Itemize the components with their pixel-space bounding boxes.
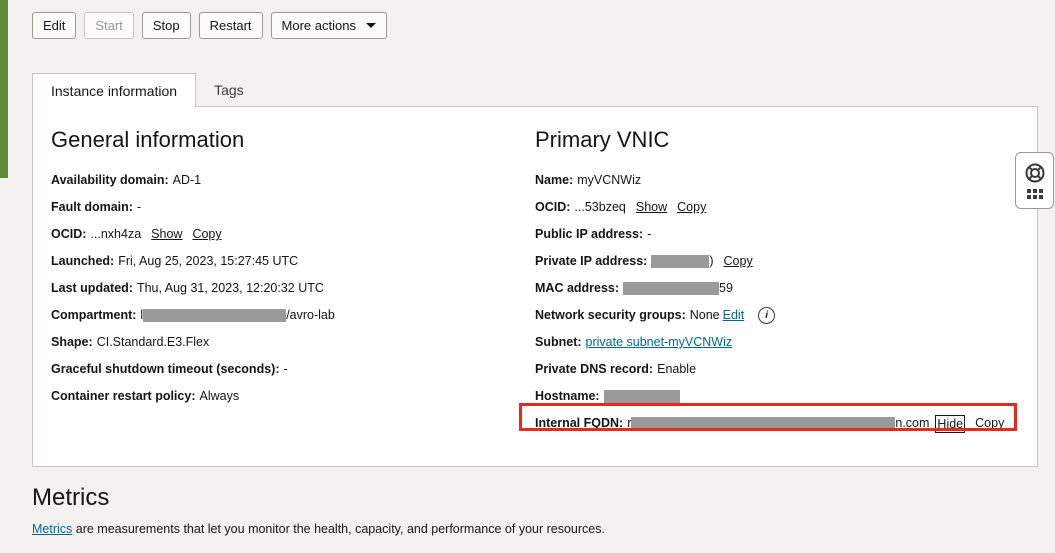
vnic-name-value: myVCNWiz (577, 173, 642, 187)
help-widget[interactable] (1015, 152, 1054, 209)
mac-address-suffix: 59 (719, 281, 733, 295)
last-updated-label: Last updated: (51, 281, 133, 295)
private-ip-suffix: ) (709, 254, 714, 268)
tab-instance-information[interactable]: Instance information (32, 73, 197, 108)
metrics-description-text: are measurements that let you monitor th… (72, 522, 605, 536)
private-ip-row: Private IP address: ) Copy (535, 248, 1004, 275)
subnet-row: Subnet: private subnet-myVCNWiz (535, 329, 1004, 356)
nsg-edit-link[interactable]: Edit (723, 302, 745, 329)
public-ip-row: Public IP address: - (535, 221, 1004, 248)
general-information-section: General information Availability domain:… (51, 127, 335, 410)
nsg-row: Network security groups: None Edit i (535, 302, 1004, 329)
apps-grid-icon (1026, 188, 1043, 199)
redacted-block (603, 390, 680, 403)
info-icon[interactable]: i (758, 307, 776, 324)
redacted-block (143, 309, 287, 322)
general-information-title: General information (51, 127, 245, 152)
fault-domain-value: - (136, 200, 142, 214)
fault-domain-row: Fault domain: - (51, 194, 335, 221)
vnic-ocid-label: OCID: (535, 200, 571, 214)
public-ip-value: - (647, 227, 652, 241)
compartment-row: Compartment: l /avro-lab (51, 302, 335, 329)
redacted-block (651, 255, 710, 268)
ocid-show-link[interactable]: Show (151, 221, 182, 248)
private-ip-copy-link[interactable]: Copy (724, 248, 753, 275)
metrics-description: Metrics are measurements that let you mo… (32, 522, 605, 536)
vnic-ocid-row: OCID: ...53bzeq Show Copy (535, 194, 1004, 221)
fault-domain-label: Fault domain: (51, 200, 133, 214)
restart-button[interactable]: Restart (198, 12, 263, 39)
action-toolbar: Edit Start Stop Restart More actions (32, 12, 387, 39)
left-accent-bar (0, 0, 8, 178)
ocid-label: OCID: (51, 227, 87, 241)
graceful-shutdown-value: - (283, 362, 288, 376)
restart-policy-row: Container restart policy: Always (51, 383, 335, 410)
availability-domain-row: Availability domain: AD-1 (51, 167, 335, 194)
graceful-shutdown-row: Graceful shutdown timeout (seconds): - (51, 356, 335, 383)
vnic-name-label: Name: (535, 173, 574, 187)
primary-vnic-title: Primary VNIC (535, 127, 670, 152)
vnic-name-row: Name: myVCNWiz (535, 167, 1004, 194)
subnet-link[interactable]: private subnet-myVCNWiz (586, 329, 733, 356)
mac-address-label: MAC address: (535, 281, 620, 295)
nsg-label: Network security groups: (535, 308, 686, 322)
compartment-label: Compartment: (51, 308, 137, 322)
last-updated-value: Thu, Aug 31, 2023, 12:20:32 UTC (136, 281, 324, 295)
fqdn-highlight-box (519, 403, 1017, 431)
private-dns-label: Private DNS record: (535, 362, 654, 376)
subnet-label: Subnet: (535, 335, 582, 349)
shape-value: CI.Standard.E3.Flex (96, 335, 210, 349)
public-ip-label: Public IP address: (535, 227, 644, 241)
vnic-ocid-show-link[interactable]: Show (636, 194, 667, 221)
stop-button[interactable]: Stop (141, 12, 191, 39)
vnic-ocid-copy-link[interactable]: Copy (677, 194, 706, 221)
launched-value: Fri, Aug 25, 2023, 15:27:45 UTC (118, 254, 299, 268)
nsg-value: None (689, 308, 720, 322)
tab-tags[interactable]: Tags (196, 73, 262, 107)
availability-domain-label: Availability domain: (51, 173, 169, 187)
ocid-copy-link[interactable]: Copy (192, 221, 221, 248)
redacted-block (623, 282, 720, 295)
edit-button[interactable]: Edit (32, 12, 77, 39)
ocid-value: ...nxh4za (90, 227, 142, 241)
more-actions-label: More actions (281, 18, 356, 33)
private-dns-row: Private DNS record: Enable (535, 356, 1004, 383)
launched-row: Launched: Fri, Aug 25, 2023, 15:27:45 UT… (51, 248, 335, 275)
vnic-ocid-value: ...53bzeq (574, 200, 626, 214)
tab-bar: Instance information Tags (32, 73, 262, 108)
private-dns-value: Enable (657, 362, 697, 376)
launched-label: Launched: (51, 254, 115, 268)
graceful-shutdown-label: Graceful shutdown timeout (seconds): (51, 362, 280, 376)
lifebuoy-icon (1025, 163, 1044, 182)
ocid-row: OCID: ...nxh4za Show Copy (51, 221, 335, 248)
restart-policy-value: Always (199, 389, 240, 403)
more-actions-button[interactable]: More actions (270, 12, 387, 39)
compartment-suffix: /avro-lab (286, 308, 335, 322)
private-ip-label: Private IP address: (535, 254, 648, 268)
restart-policy-label: Container restart policy: (51, 389, 196, 403)
shape-label: Shape: (51, 335, 93, 349)
availability-domain-value: AD-1 (172, 173, 202, 187)
chevron-down-icon (365, 23, 376, 28)
mac-address-row: MAC address: 59 (535, 275, 1004, 302)
primary-vnic-section: Primary VNIC Name: myVCNWiz OCID: ...53b… (535, 127, 1004, 437)
shape-row: Shape: CI.Standard.E3.Flex (51, 329, 335, 356)
start-button[interactable]: Start (84, 12, 134, 39)
metrics-link[interactable]: Metrics (32, 522, 72, 536)
metrics-title: Metrics (32, 484, 110, 511)
last-updated-row: Last updated: Thu, Aug 31, 2023, 12:20:3… (51, 275, 335, 302)
